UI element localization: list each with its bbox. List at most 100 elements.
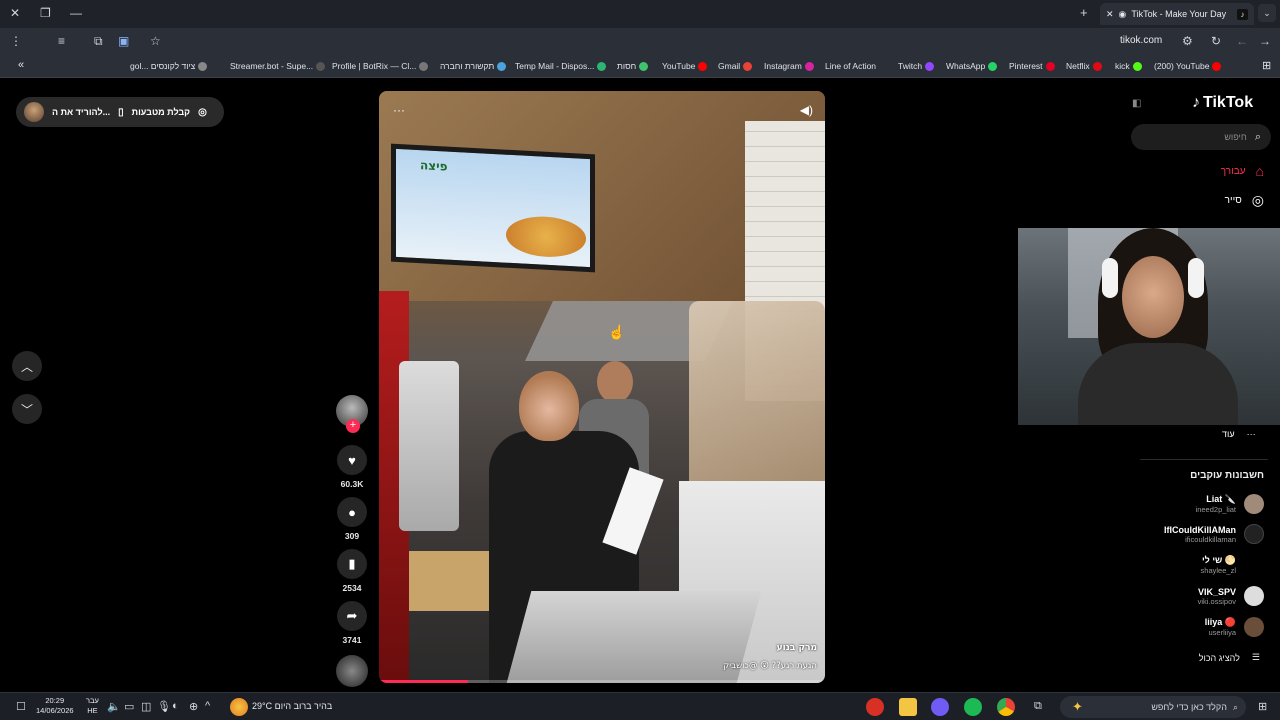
account-item[interactable]: IfICouldKillAMan ificouldkillaman [1164, 524, 1264, 544]
video-caption: הגעת רגע?? 😮 @כושביק [723, 661, 817, 671]
tray-overflow-icon[interactable]: ^ [205, 700, 210, 712]
comment-button[interactable]: ● 309 [336, 497, 368, 541]
sidebar-more[interactable]: עוד ··· [1222, 429, 1256, 439]
chrome-icon[interactable] [997, 698, 1015, 716]
bookmark-11[interactable]: WhatsApp [946, 61, 998, 71]
volume-icon[interactable]: 🔈 [107, 700, 121, 713]
pinterest-icon [1045, 61, 1055, 71]
new-tab-button[interactable]: + [1080, 5, 1088, 20]
bookmark-icon [419, 61, 429, 71]
taskbar-search-input[interactable]: הקלד כאן כדי לחפש [1151, 702, 1227, 712]
task-view-icon[interactable]: ⧉ [1034, 700, 1042, 713]
bookmark-12[interactable]: Pinterest [1009, 61, 1055, 71]
show-all-link[interactable]: להציג הכול ☰ [1199, 652, 1260, 663]
extensions-icon[interactable]: ⧉ [94, 34, 103, 49]
save-button[interactable]: ▮ 2534 [336, 549, 368, 593]
tray-app-icon[interactable]: ⊕ [189, 700, 198, 713]
headphones-icon [1102, 258, 1118, 298]
account-item[interactable]: VIK_SPV viki.ossipov [1198, 586, 1264, 606]
forward-icon[interactable]: ← [1236, 34, 1248, 48]
account-item[interactable]: Liat 🔪 ineed2p_liat [1196, 494, 1264, 514]
bookmark-13[interactable]: Netflix [1066, 61, 1102, 71]
kick-icon [1132, 61, 1142, 71]
twitch-icon [925, 61, 935, 71]
address-bar[interactable]: tikok.com [1120, 35, 1162, 46]
bookmark-4[interactable]: Temp Mail - Dispos... [515, 61, 607, 71]
tab-search-icon[interactable]: ≡ [58, 34, 65, 48]
collapse-sidebar-icon[interactable]: ◧ [1132, 98, 1141, 109]
taskbar-search[interactable]: ✦ הקלד כאן כדי לחפש ⌕ [1060, 696, 1246, 718]
network-icon[interactable]: ◫ [141, 700, 151, 713]
video-more-icon[interactable]: ··· [393, 103, 405, 117]
bookmark-5[interactable]: חסות [617, 61, 649, 71]
next-video-button[interactable]: ﹀ [12, 394, 42, 424]
all-bookmarks-icon[interactable]: ⊞ [1262, 59, 1271, 72]
tiktok-note-icon: ♪ [1192, 94, 1200, 111]
volume-icon[interactable]: ◀) [800, 103, 813, 117]
video-player[interactable]: פיצה ··· ◀) מרק בנוע הגעת רגע?? 😮 @כושבי… [379, 91, 825, 683]
bookmark-15[interactable]: (200) YouTube [1154, 61, 1222, 71]
avatar [1244, 524, 1264, 544]
like-button[interactable]: ♥ 60.3K [336, 445, 368, 489]
bookmark-8[interactable]: Instagram [764, 61, 814, 71]
sidebar-item-explore[interactable]: סייר ◎ [1225, 192, 1264, 209]
account-item[interactable]: liiya 🔴 userliiya [1205, 617, 1264, 637]
minimize-window-icon[interactable]: — [70, 6, 82, 20]
windows-start-icon[interactable]: ⊞ [1258, 700, 1267, 713]
close-window-icon[interactable]: ✕ [10, 6, 20, 20]
microphone-icon[interactable]: 🎙 [157, 700, 171, 713]
bookmark-0[interactable]: gol... ציוד לקונסים [130, 61, 208, 71]
app-icon[interactable] [866, 698, 884, 716]
app-icon[interactable] [931, 698, 949, 716]
bookmark-9[interactable]: Line of Action [825, 61, 876, 71]
tab-search-dropdown-icon[interactable]: ⌄ [1258, 4, 1276, 22]
close-tab-icon[interactable]: ✕ [1106, 9, 1114, 20]
get-coins-label[interactable]: קבלת מטבעות [132, 107, 190, 117]
spotify-icon[interactable] [964, 698, 982, 716]
tab-tiktok[interactable]: ✕ ◉ TikTok - Make Your Day ♪ [1100, 3, 1254, 25]
translate-icon[interactable]: ▣ [118, 34, 129, 48]
tiktok-logo[interactable]: ♪ TikTok [1192, 94, 1253, 112]
video-progress[interactable] [379, 680, 825, 683]
back-icon[interactable]: → [1259, 34, 1271, 48]
restore-window-icon[interactable]: ❐ [40, 6, 51, 20]
bookmark-icon [639, 61, 649, 71]
bookmark-star-icon[interactable]: ☆ [150, 34, 161, 48]
share-button[interactable]: ➦ 3741 [336, 601, 368, 645]
notifications-icon[interactable]: ☐ [16, 700, 26, 713]
bookmark-6[interactable]: YouTube [662, 61, 708, 71]
weather-text[interactable]: 29°C בהיר ברוב היום [252, 701, 332, 711]
video-author[interactable]: מרק בנוע [777, 643, 817, 653]
tray-app-icon[interactable]: ◐ [172, 700, 179, 712]
previous-video-button[interactable]: ︿ [12, 351, 42, 381]
audio-icon: ◉ [1118, 8, 1127, 19]
display-icon[interactable]: ▭ [124, 700, 134, 713]
netflix-icon [1092, 61, 1102, 71]
bookmark-3[interactable]: תקשורת וחברה [440, 61, 507, 71]
bookmark-10[interactable]: Twitch [898, 61, 935, 71]
bookmark-icon [497, 61, 507, 71]
bookmarks-overflow-icon[interactable]: « [18, 59, 24, 71]
file-explorer-icon[interactable] [899, 698, 917, 716]
menu-tv: פיצה [391, 143, 595, 273]
search-input[interactable]: חיפוש [1224, 132, 1246, 142]
music-disc-avatar[interactable] [336, 655, 368, 687]
search-icon: ⌕ [1232, 701, 1238, 712]
reload-icon[interactable]: ↻ [1211, 34, 1221, 48]
bookmark-7[interactable]: Gmail [718, 61, 753, 71]
account-item[interactable]: שי לי 🌕 shaylee_zl [1201, 555, 1264, 575]
bookmark-2[interactable]: Profile | BotRix — Cl... [332, 61, 429, 71]
site-settings-icon[interactable]: ⚙ [1182, 34, 1193, 48]
follow-plus-icon[interactable]: + [346, 419, 360, 433]
clock[interactable]: 20:29 14/06/2026 [36, 696, 74, 716]
download-app-label[interactable]: להוריד את ה... [52, 107, 110, 117]
mouse-cursor-icon: ☝ [608, 324, 626, 340]
bookmark-14[interactable]: kick [1115, 61, 1142, 71]
bookmark-1[interactable]: Streamer.bot - Supe... [230, 61, 326, 71]
sidebar-item-for-you[interactable]: עבורך ⌂ [1221, 163, 1264, 179]
sidebar-search[interactable]: חיפוש ⌕ [1131, 124, 1271, 150]
get-coins-pill[interactable]: להוריד את ה... ▯ קבלת מטבעות ◎ [16, 97, 224, 127]
menu-dots-icon[interactable]: ⋮ [10, 34, 22, 48]
input-language[interactable]: עבר HE [86, 696, 99, 716]
home-icon: ⌂ [1255, 163, 1264, 179]
